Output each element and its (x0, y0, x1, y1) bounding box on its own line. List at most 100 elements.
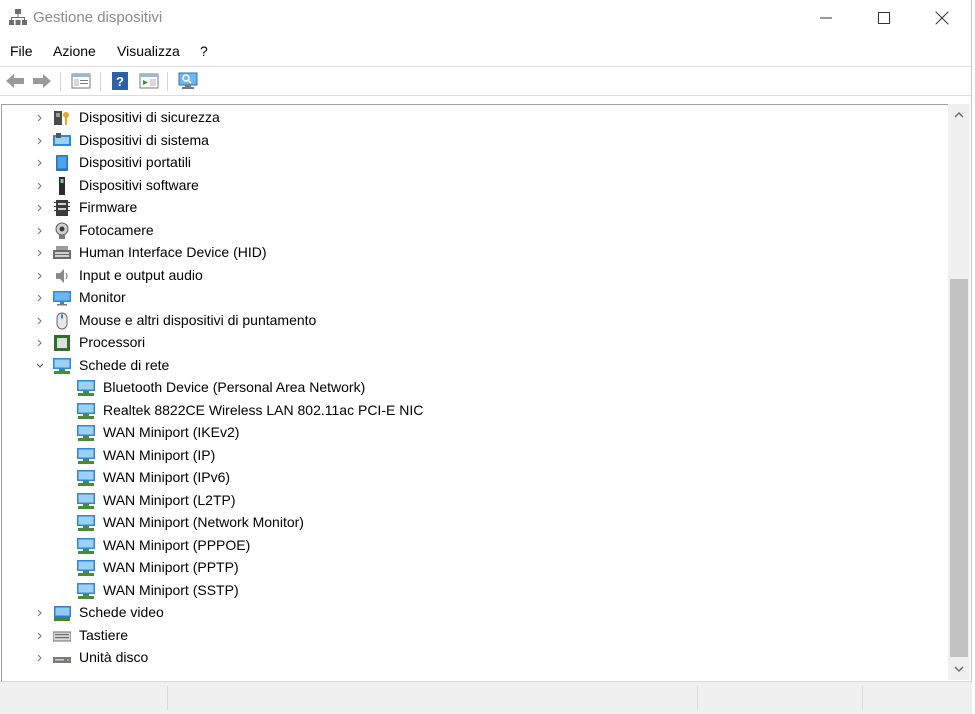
chevron-right-icon[interactable] (34, 134, 46, 146)
network-adapter-icon (77, 492, 95, 510)
display-adapter-icon (53, 604, 71, 622)
software-device-icon (53, 176, 71, 195)
tree-device[interactable]: WAN Miniport (SSTP) (2, 580, 942, 602)
tree-device[interactable]: WAN Miniport (L2TP) (2, 490, 942, 512)
tree-device[interactable]: WAN Miniport (PPTP) (2, 557, 942, 579)
tree-item-label: Schede di rete (79, 356, 170, 373)
network-adapter-icon (77, 514, 95, 532)
toolbar-separator (167, 72, 168, 91)
scan-hardware-button[interactable] (177, 70, 199, 92)
tree-category[interactable]: Mouse e altri dispositivi di puntamento (2, 310, 942, 332)
chevron-right-icon[interactable] (34, 336, 46, 348)
tree-category[interactable]: Dispositivi software (2, 175, 942, 197)
tree-category[interactable]: Monitor (2, 287, 942, 309)
tree-category[interactable]: Unità disco (2, 647, 942, 669)
close-icon (935, 11, 949, 25)
keyboard-icon (52, 627, 72, 645)
network-adapter-icon (77, 424, 95, 442)
help-button[interactable]: ? (109, 70, 131, 92)
tree-item-label: WAN Miniport (PPTP) (103, 559, 239, 575)
chevron-right-icon[interactable] (34, 246, 46, 258)
device-tree[interactable]: Dispositivi di sicurezza Dispositivi di s… (1, 104, 948, 681)
tree-device[interactable]: Bluetooth Device (Personal Area Network) (2, 377, 942, 399)
close-button[interactable] (913, 0, 971, 36)
tree-device[interactable]: WAN Miniport (Network Monitor) (2, 512, 942, 534)
scroll-up-button[interactable] (948, 104, 970, 126)
tree-category[interactable]: Fotocamere (2, 220, 942, 242)
tree-device[interactable]: WAN Miniport (IPv6) (2, 467, 942, 489)
back-button[interactable] (4, 70, 26, 92)
menu-visualizza[interactable]: Visualizza (117, 43, 180, 59)
minimize-button[interactable] (797, 0, 855, 36)
forward-button[interactable] (31, 70, 53, 92)
tree-category[interactable]: Input e output audio (2, 265, 942, 287)
tree-item-label: Unità disco (79, 649, 149, 665)
device-manager-icon (9, 8, 27, 26)
tree-category[interactable]: Dispositivi di sistema (2, 130, 942, 152)
tree-item-label: WAN Miniport (IPv6) (103, 469, 231, 485)
tree-item-label: Dispositivi portatili (79, 154, 192, 170)
camera-icon (53, 222, 71, 240)
system-device-icon (53, 132, 71, 150)
chevron-right-icon[interactable] (34, 224, 46, 236)
menu-help[interactable]: ? (200, 43, 208, 59)
toolbar-separator (100, 72, 101, 91)
tree-device[interactable]: WAN Miniport (IP) (2, 445, 942, 467)
update-driver-button[interactable] (138, 70, 160, 92)
status-pane (862, 686, 971, 710)
tree-item-label: Dispositivi di sicurezza (79, 109, 220, 125)
processor-icon (53, 334, 71, 352)
chevron-right-icon[interactable] (34, 651, 46, 663)
chevron-right-icon[interactable] (34, 111, 46, 123)
tree-category[interactable]: Firmware (2, 197, 942, 219)
tree-item-label: Tastiere (79, 626, 129, 643)
network-adapter-icon (77, 447, 95, 465)
tree-item-label: Human Interface Device (HID) (79, 244, 267, 260)
vertical-scrollbar[interactable] (948, 104, 970, 680)
scroll-down-button[interactable] (948, 658, 970, 680)
tree-device[interactable]: Realtek 8822CE Wireless LAN 802.11ac PCI… (2, 400, 942, 422)
chevron-right-icon[interactable] (34, 201, 46, 213)
chevron-right-icon[interactable] (34, 269, 46, 281)
tree-item-label: WAN Miniport (IKEv2) (103, 424, 240, 440)
tree-category[interactable]: Schede di rete (2, 355, 942, 377)
tree-item-label: Mouse e altri dispositivi di puntamento (79, 311, 317, 328)
chevron-down-icon[interactable] (34, 359, 46, 371)
menu-bar: File Azione Visualizza ? (0, 40, 971, 62)
network-adapter-icon (53, 357, 71, 375)
chevron-right-icon[interactable] (34, 629, 46, 641)
device-manager-window: Gestione dispositivi File Azione Visuali… (0, 0, 972, 714)
chevron-right-icon[interactable] (34, 314, 46, 326)
title-bar: Gestione dispositivi (0, 0, 971, 36)
speaker-icon (53, 267, 71, 285)
toolbar-separator (60, 72, 61, 91)
properties-button[interactable] (70, 70, 92, 92)
status-pane (167, 686, 698, 710)
tree-category[interactable]: Tastiere (2, 625, 942, 647)
update-driver-icon (139, 73, 159, 89)
tree-category[interactable]: Processori (2, 332, 942, 354)
scroll-thumb[interactable] (950, 279, 968, 657)
tree-device[interactable]: WAN Miniport (PPPOE) (2, 535, 942, 557)
chevron-right-icon[interactable] (34, 179, 46, 191)
tree-category[interactable]: Dispositivi portatili (2, 152, 942, 174)
toolbar: ? (0, 66, 971, 96)
chevron-right-icon[interactable] (34, 156, 46, 168)
tree-category[interactable]: Human Interface Device (HID) (2, 242, 942, 264)
tree-device[interactable]: WAN Miniport (IKEv2) (2, 422, 942, 444)
maximize-button[interactable] (855, 0, 913, 36)
hid-icon (53, 244, 71, 262)
tree-category[interactable]: Dispositivi di sicurezza (2, 107, 942, 129)
chevron-right-icon[interactable] (34, 291, 46, 303)
chevron-right-icon[interactable] (34, 606, 46, 618)
tree-item-label: Dispositivi di sistema (79, 131, 209, 148)
tree-category[interactable]: Schede video (2, 602, 942, 624)
status-pane (697, 686, 863, 710)
mouse-icon (53, 312, 71, 330)
help-icon: ? (112, 72, 128, 90)
chevron-up-icon (954, 112, 964, 118)
tree-item-label: Schede video (79, 604, 164, 620)
menu-azione[interactable]: Azione (53, 43, 96, 59)
tree-item-label: Realtek 8822CE Wireless LAN 802.11ac PCI… (103, 401, 424, 418)
menu-file[interactable]: File (10, 43, 33, 59)
